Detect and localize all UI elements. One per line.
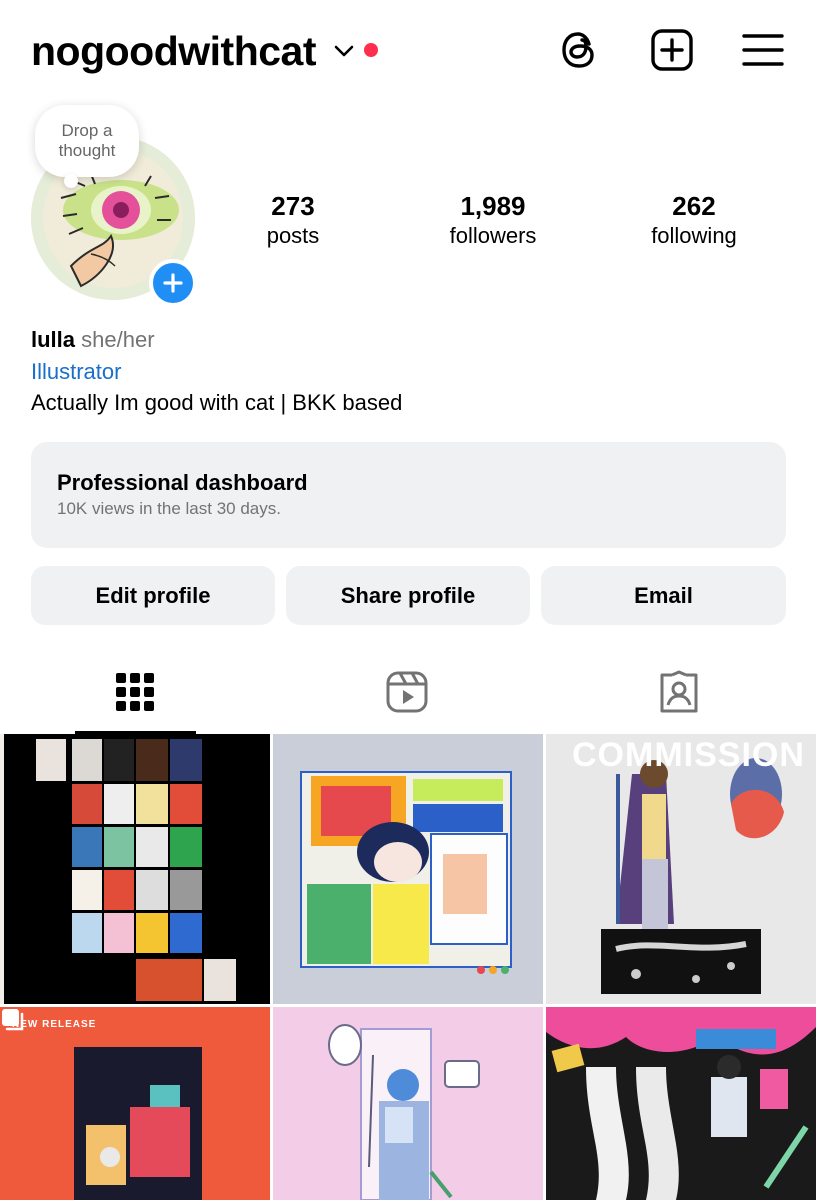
professional-dashboard[interactable]: Professional dashboard 10K views in the …: [31, 442, 786, 548]
tab-posts-grid[interactable]: [0, 650, 272, 734]
post-thumbnail[interactable]: [273, 1007, 543, 1200]
post-image: [0, 1007, 270, 1200]
notification-dot: [364, 43, 378, 57]
stat-followers-value: 1,989: [460, 191, 526, 221]
post-image: [273, 1007, 543, 1200]
bio-text: Actually Im good with cat | BKK based: [31, 390, 403, 415]
stat-followers-label: followers: [449, 223, 537, 248]
commission-label: COMMISSION: [572, 736, 805, 774]
tab-reels[interactable]: [272, 650, 544, 734]
note-bubble-tail: [64, 174, 78, 188]
create-icon[interactable]: [650, 28, 694, 72]
post-image: [0, 734, 270, 1004]
stat-followers[interactable]: 1,989 followers: [408, 190, 578, 250]
edit-profile-button[interactable]: Edit profile: [31, 566, 275, 625]
stat-posts-value: 273: [271, 191, 315, 221]
dashboard-subtitle: 10K views in the last 30 days.: [57, 499, 281, 518]
add-story-button[interactable]: [149, 259, 197, 307]
plus-icon: [163, 273, 183, 293]
reels-icon: [386, 671, 428, 713]
email-button[interactable]: Email: [541, 566, 786, 625]
share-profile-button[interactable]: Share profile: [286, 566, 530, 625]
tab-tagged[interactable]: [544, 650, 816, 734]
carousel-icon: [2, 1009, 24, 1031]
threads-icon[interactable]: [558, 28, 602, 72]
note-text: Drop a thought: [58, 121, 116, 160]
menu-icon[interactable]: [741, 28, 785, 72]
post-thumbnail[interactable]: [273, 734, 543, 1004]
bio: lulla she/her Illustrator Actually Im go…: [31, 326, 791, 418]
post-thumbnail[interactable]: NEW RELEASE: [0, 1007, 270, 1200]
tagged-icon: [660, 670, 698, 713]
stat-posts[interactable]: 273 posts: [208, 190, 378, 250]
category-link[interactable]: Illustrator: [31, 357, 791, 387]
post-thumbnail[interactable]: [0, 734, 270, 1004]
post-image: [273, 734, 543, 1004]
dashboard-title: Professional dashboard: [57, 470, 308, 495]
pronouns: she/her: [81, 327, 155, 352]
post-image: [546, 1007, 816, 1200]
username[interactable]: nogoodwithcat: [31, 26, 317, 76]
chevron-down-icon[interactable]: [333, 40, 355, 62]
stat-following-value: 262: [672, 191, 716, 221]
post-thumbnail[interactable]: COMMISSION: [546, 734, 816, 1004]
grid-icon: [116, 673, 154, 711]
display-name: lulla: [31, 327, 76, 352]
note-bubble[interactable]: Drop a thought: [35, 105, 139, 177]
post-thumbnail[interactable]: [546, 1007, 816, 1200]
name-line: lulla she/her: [31, 326, 791, 354]
profile-tabs: [0, 650, 816, 734]
stat-following[interactable]: 262 following: [609, 190, 779, 250]
stat-posts-label: posts: [266, 223, 320, 248]
post-grid: COMMISSION NEW RELEASE: [0, 734, 816, 1200]
stat-following-label: following: [651, 223, 737, 248]
top-bar: nogoodwithcat: [0, 0, 816, 100]
